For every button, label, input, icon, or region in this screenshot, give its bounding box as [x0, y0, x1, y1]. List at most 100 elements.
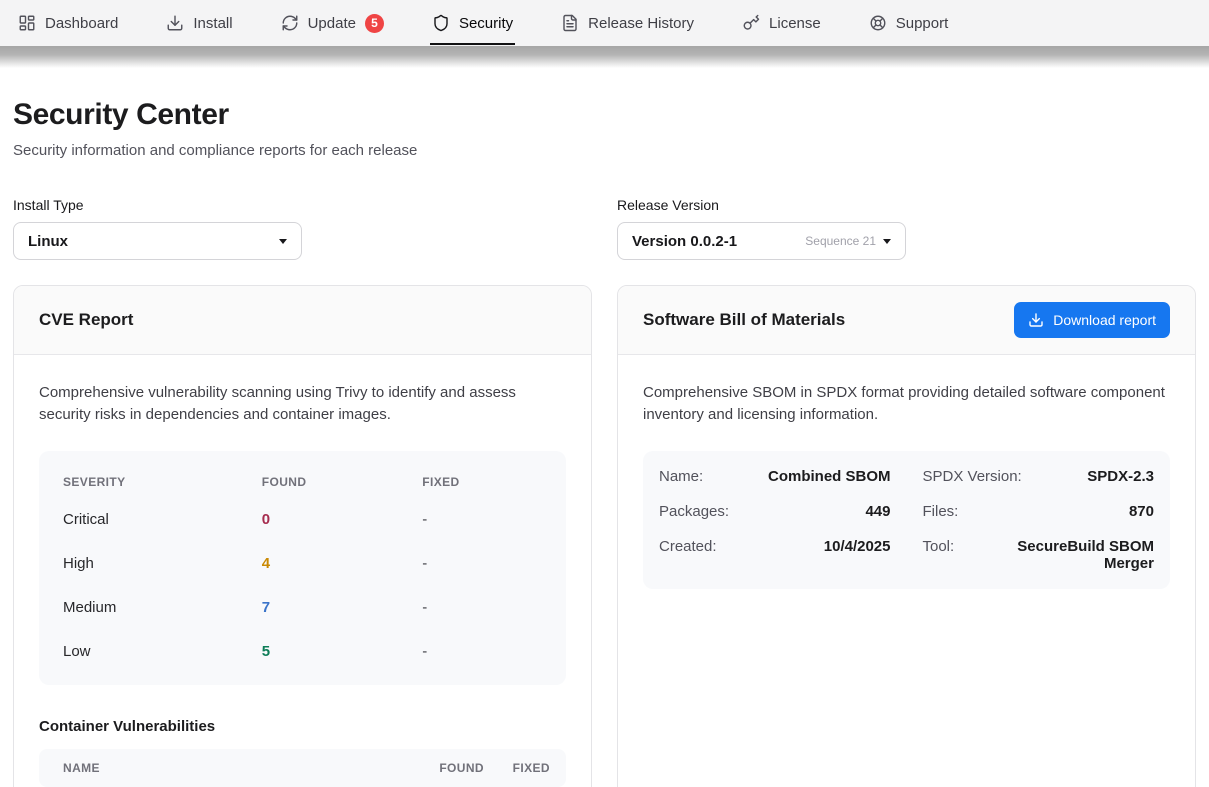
download-icon — [1028, 312, 1044, 328]
nav-tab-label: Release History — [588, 15, 694, 32]
release-sequence: Sequence 21 — [805, 234, 876, 248]
release-version-label: Release Version — [617, 197, 1196, 213]
security-center-page: Dashboard Install Update 5 Security Release H… — [0, 0, 1209, 787]
download-icon — [166, 14, 184, 32]
chevron-down-icon — [279, 239, 287, 244]
download-report-label: Download report — [1053, 312, 1156, 328]
fixed-count: - — [422, 555, 542, 572]
sbom-detail-pair: Tool: SecureBuild SBOM Merger — [907, 529, 1171, 581]
install-type-label: Install Type — [13, 197, 592, 213]
found-count: 4 — [262, 555, 422, 572]
page-subtitle: Security information and compliance repo… — [13, 142, 1196, 159]
severity-rows: Critical0-High4-Medium7-Low5- — [63, 497, 542, 673]
filters-row: Install Type Linux Release Version Versi… — [13, 197, 1196, 260]
sbom-detail-label: SPDX Version: — [923, 468, 1022, 485]
chevron-down-icon — [883, 239, 891, 244]
nav-tab-security[interactable]: Security — [432, 0, 513, 46]
nav-tab-dashboard[interactable]: Dashboard — [18, 0, 118, 46]
fixed-count: - — [422, 599, 542, 616]
report-cards: CVE Report Comprehensive vulnerability s… — [13, 285, 1196, 787]
nav-tab-release-history[interactable]: Release History — [561, 0, 694, 46]
fixed-count: - — [422, 511, 542, 528]
release-version-filter: Release Version Version 0.0.2-1 Sequence… — [617, 197, 1196, 260]
sbom-detail-value: SPDX-2.3 — [1087, 468, 1154, 485]
severity-row-low: Low5- — [63, 629, 542, 673]
container-vulns-table-header: NAME FOUND FIXED — [39, 749, 566, 787]
sbom-detail-value: Combined SBOM — [768, 468, 891, 485]
file-text-icon — [561, 14, 579, 32]
life-buoy-icon — [869, 14, 887, 32]
update-count-badge: 5 — [365, 14, 384, 33]
cve-description: Comprehensive vulnerability scanning usi… — [39, 382, 564, 425]
found-col-header: FOUND — [262, 475, 422, 489]
found-count: 0 — [262, 511, 422, 528]
sbom-detail-value: 870 — [1129, 503, 1154, 520]
sbom-card-body: Comprehensive SBOM in SPDX format provid… — [618, 355, 1195, 616]
sbom-detail-pair: Name: Combined SBOM — [643, 459, 907, 494]
fixed-col-header: FIXED — [484, 761, 550, 775]
cve-card-body: Comprehensive vulnerability scanning usi… — [14, 355, 591, 787]
severity-label: Medium — [63, 599, 262, 616]
nav-tab-support[interactable]: Support — [869, 0, 949, 46]
nav-shadow-divider — [0, 46, 1209, 68]
sbom-detail-value: 449 — [865, 503, 890, 520]
top-navigation: Dashboard Install Update 5 Security Release H… — [0, 0, 1209, 46]
sbom-detail-label: Files: — [923, 503, 959, 520]
found-count: 5 — [262, 643, 422, 660]
nav-tab-license[interactable]: License — [742, 0, 821, 46]
severity-row-critical: Critical0- — [63, 497, 542, 541]
cve-card-title: CVE Report — [39, 310, 133, 330]
release-version-select[interactable]: Version 0.0.2-1 Sequence 21 — [617, 222, 906, 260]
release-version-value: Version 0.0.2-1 — [632, 233, 737, 250]
sbom-details-row: Packages: 449 Files: 870 — [643, 494, 1170, 529]
install-type-select[interactable]: Linux — [13, 222, 302, 260]
sbom-detail-pair: Files: 870 — [907, 494, 1171, 529]
sbom-detail-pair: SPDX Version: SPDX-2.3 — [907, 459, 1171, 494]
severity-label: High — [63, 555, 262, 572]
page-title: Security Center — [13, 98, 1196, 132]
shield-icon — [432, 14, 450, 32]
install-type-value: Linux — [28, 233, 68, 250]
install-type-filter: Install Type Linux — [13, 197, 592, 260]
nav-tab-label: Security — [459, 15, 513, 32]
found-col-header: FOUND — [408, 761, 484, 775]
sbom-details-row: Name: Combined SBOM SPDX Version: SPDX-2.3 — [643, 459, 1170, 494]
nav-tab-label: Support — [896, 15, 949, 32]
fixed-col-header: FIXED — [422, 475, 542, 489]
sbom-detail-label: Name: — [659, 468, 703, 485]
download-report-button[interactable]: Download report — [1014, 302, 1170, 338]
cve-card-header: CVE Report — [14, 286, 591, 355]
container-vulns-title: Container Vulnerabilities — [39, 718, 566, 735]
dashboard-icon — [18, 14, 36, 32]
release-version-meta: Sequence 21 — [805, 234, 891, 248]
sbom-card-header: Software Bill of Materials Download repo… — [618, 286, 1195, 355]
refresh-icon — [281, 14, 299, 32]
severity-row-medium: Medium7- — [63, 585, 542, 629]
sbom-description: Comprehensive SBOM in SPDX format provid… — [643, 382, 1168, 425]
found-count: 7 — [262, 599, 422, 616]
sbom-detail-value: 10/4/2025 — [824, 538, 891, 555]
severity-row-high: High4- — [63, 541, 542, 585]
nav-tab-label: Dashboard — [45, 15, 118, 32]
name-col-header: NAME — [63, 761, 408, 775]
nav-tab-label: Update — [308, 15, 356, 32]
sbom-detail-label: Tool: — [923, 538, 955, 555]
sbom-detail-value: SecureBuild SBOM Merger — [964, 538, 1154, 572]
sbom-detail-label: Packages: — [659, 503, 729, 520]
sbom-detail-label: Created: — [659, 538, 717, 555]
sbom-card-title: Software Bill of Materials — [643, 310, 845, 330]
severity-label: Low — [63, 643, 262, 660]
sbom-card: Software Bill of Materials Download repo… — [617, 285, 1196, 787]
sbom-detail-pair: Created: 10/4/2025 — [643, 529, 907, 581]
severity-col-header: SEVERITY — [63, 475, 262, 489]
sbom-details-table: Name: Combined SBOM SPDX Version: SPDX-2.3 P… — [643, 451, 1170, 589]
severity-table: SEVERITY FOUND FIXED Critical0-High4-Med… — [39, 451, 566, 685]
cve-report-card: CVE Report Comprehensive vulnerability s… — [13, 285, 592, 787]
nav-tab-label: Install — [193, 15, 232, 32]
sbom-detail-pair: Packages: 449 — [643, 494, 907, 529]
main-content: Security Center Security information and… — [0, 98, 1209, 787]
nav-tab-install[interactable]: Install — [166, 0, 232, 46]
nav-tab-label: License — [769, 15, 821, 32]
nav-tab-update[interactable]: Update 5 — [281, 0, 384, 46]
key-icon — [742, 14, 760, 32]
